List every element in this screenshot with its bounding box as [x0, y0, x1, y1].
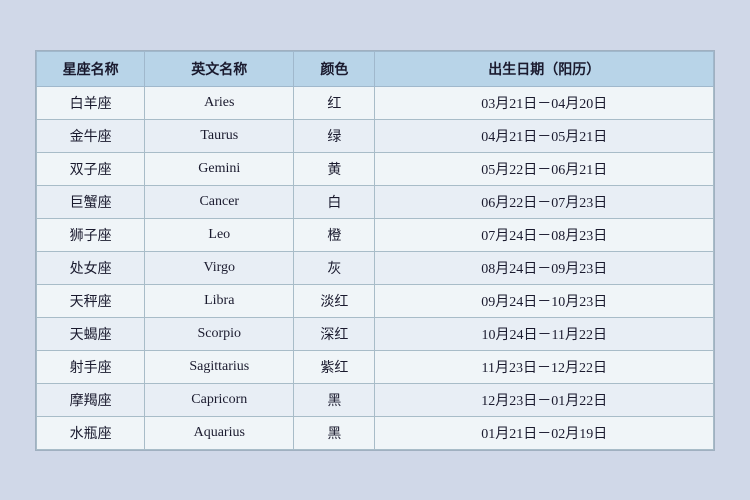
cell-date: 09月24日－10月23日 — [375, 284, 714, 317]
cell-english: Leo — [145, 218, 294, 251]
cell-color: 灰 — [294, 251, 375, 284]
table-row: 天蝎座Scorpio深红10月24日－11月22日 — [37, 317, 714, 350]
table-row: 白羊座Aries红03月21日－04月20日 — [37, 86, 714, 119]
cell-english: Libra — [145, 284, 294, 317]
header-english: 英文名称 — [145, 51, 294, 86]
cell-english: Cancer — [145, 185, 294, 218]
cell-color: 淡红 — [294, 284, 375, 317]
cell-english: Taurus — [145, 119, 294, 152]
cell-english: Virgo — [145, 251, 294, 284]
table-row: 巨蟹座Cancer白06月22日－07月23日 — [37, 185, 714, 218]
cell-chinese: 射手座 — [37, 350, 145, 383]
header-chinese: 星座名称 — [37, 51, 145, 86]
cell-date: 08月24日－09月23日 — [375, 251, 714, 284]
cell-date: 12月23日－01月22日 — [375, 383, 714, 416]
cell-color: 紫红 — [294, 350, 375, 383]
cell-color: 黑 — [294, 383, 375, 416]
cell-date: 11月23日－12月22日 — [375, 350, 714, 383]
table-row: 摩羯座Capricorn黑12月23日－01月22日 — [37, 383, 714, 416]
cell-english: Gemini — [145, 152, 294, 185]
cell-date: 04月21日－05月21日 — [375, 119, 714, 152]
cell-date: 03月21日－04月20日 — [375, 86, 714, 119]
cell-english: Aries — [145, 86, 294, 119]
table-row: 双子座Gemini黄05月22日－06月21日 — [37, 152, 714, 185]
cell-chinese: 天蝎座 — [37, 317, 145, 350]
table-row: 处女座Virgo灰08月24日－09月23日 — [37, 251, 714, 284]
cell-chinese: 处女座 — [37, 251, 145, 284]
cell-english: Capricorn — [145, 383, 294, 416]
cell-english: Scorpio — [145, 317, 294, 350]
cell-color: 深红 — [294, 317, 375, 350]
cell-chinese: 双子座 — [37, 152, 145, 185]
cell-english: Aquarius — [145, 416, 294, 449]
zodiac-table-container: 星座名称 英文名称 颜色 出生日期（阳历） 白羊座Aries红03月21日－04… — [35, 50, 715, 451]
table-row: 水瓶座Aquarius黑01月21日－02月19日 — [37, 416, 714, 449]
cell-color: 绿 — [294, 119, 375, 152]
cell-chinese: 水瓶座 — [37, 416, 145, 449]
table-row: 天秤座Libra淡红09月24日－10月23日 — [37, 284, 714, 317]
cell-date: 06月22日－07月23日 — [375, 185, 714, 218]
cell-color: 白 — [294, 185, 375, 218]
cell-chinese: 金牛座 — [37, 119, 145, 152]
table-header-row: 星座名称 英文名称 颜色 出生日期（阳历） — [37, 51, 714, 86]
cell-color: 橙 — [294, 218, 375, 251]
cell-color: 黄 — [294, 152, 375, 185]
table-row: 金牛座Taurus绿04月21日－05月21日 — [37, 119, 714, 152]
cell-chinese: 天秤座 — [37, 284, 145, 317]
cell-date: 07月24日－08月23日 — [375, 218, 714, 251]
table-row: 狮子座Leo橙07月24日－08月23日 — [37, 218, 714, 251]
header-color: 颜色 — [294, 51, 375, 86]
cell-date: 01月21日－02月19日 — [375, 416, 714, 449]
cell-date: 05月22日－06月21日 — [375, 152, 714, 185]
cell-chinese: 白羊座 — [37, 86, 145, 119]
table-row: 射手座Sagittarius紫红11月23日－12月22日 — [37, 350, 714, 383]
cell-chinese: 狮子座 — [37, 218, 145, 251]
header-date: 出生日期（阳历） — [375, 51, 714, 86]
cell-chinese: 摩羯座 — [37, 383, 145, 416]
cell-date: 10月24日－11月22日 — [375, 317, 714, 350]
cell-color: 红 — [294, 86, 375, 119]
cell-english: Sagittarius — [145, 350, 294, 383]
zodiac-table: 星座名称 英文名称 颜色 出生日期（阳历） 白羊座Aries红03月21日－04… — [36, 51, 714, 450]
cell-chinese: 巨蟹座 — [37, 185, 145, 218]
cell-color: 黑 — [294, 416, 375, 449]
